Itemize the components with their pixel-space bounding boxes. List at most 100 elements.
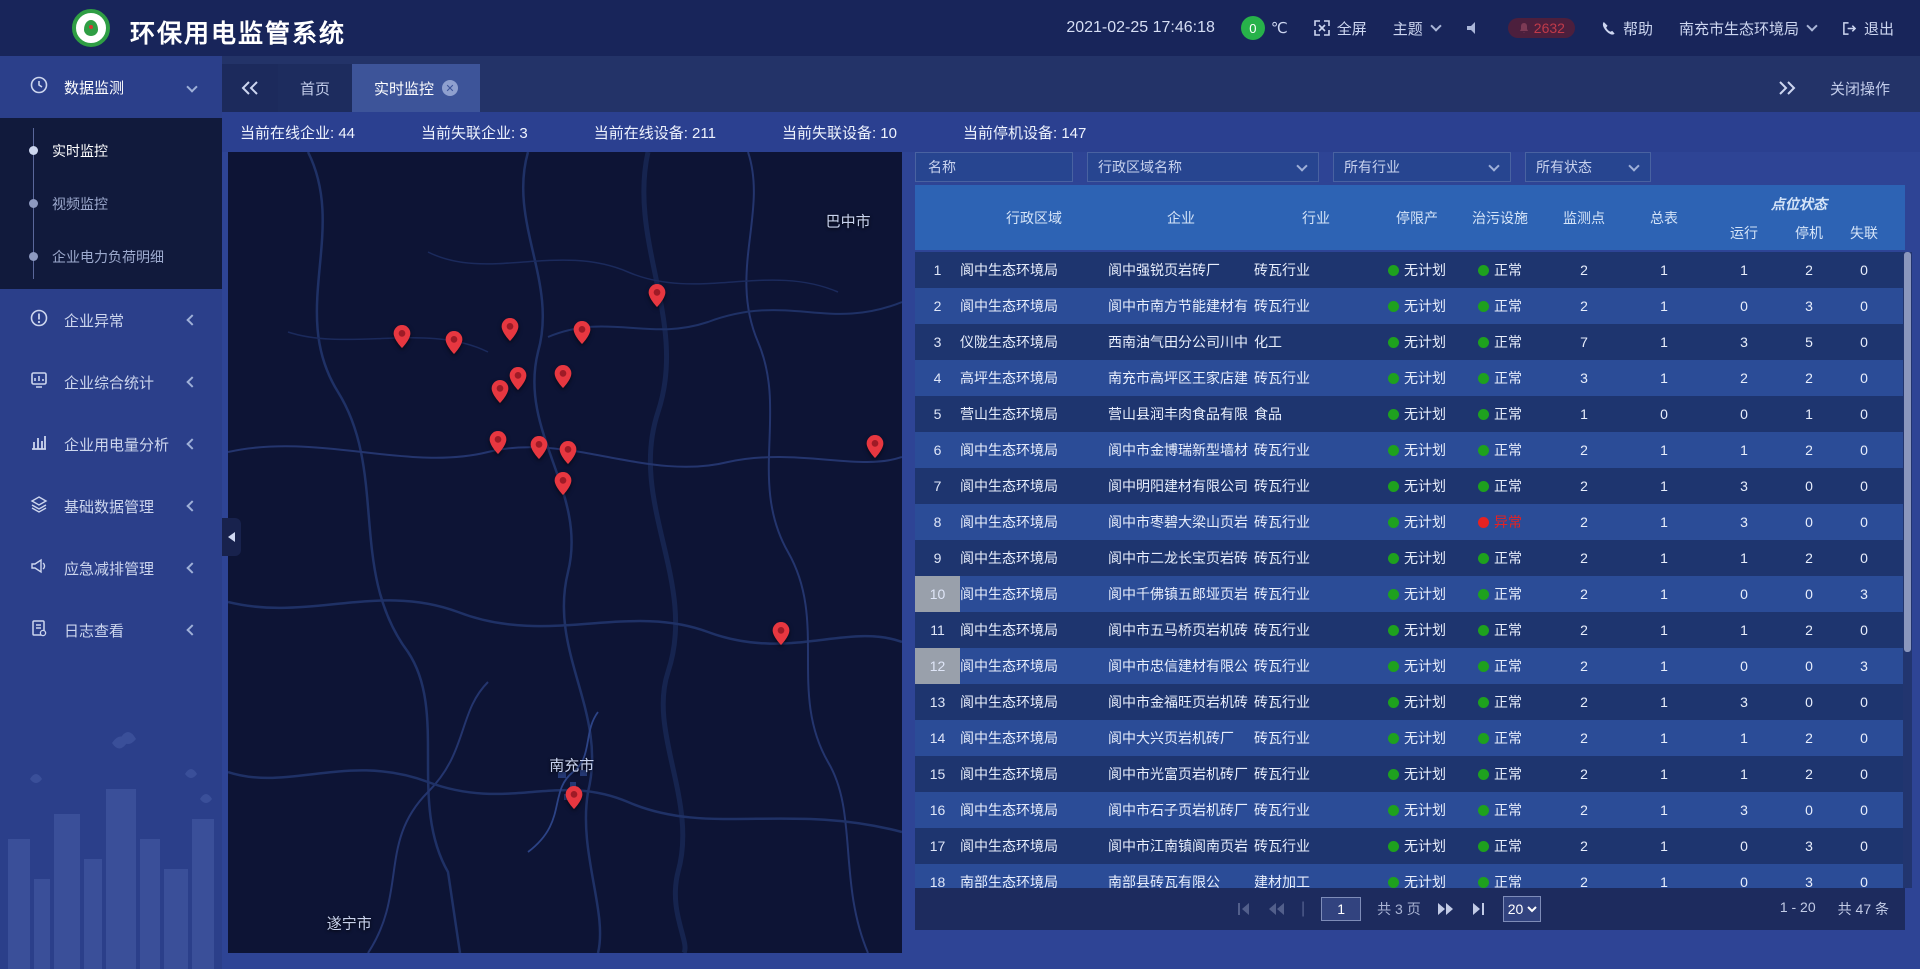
table-row[interactable]: 6阆中生态环境局阆中市金博瑞新型墙材砖瓦行业无计划正常21120 xyxy=(915,432,1905,468)
logout-button[interactable]: 退出 xyxy=(1842,18,1894,39)
table-row[interactable]: 8阆中生态环境局阆中市枣碧大梁山页岩砖瓦行业无计划异常21300 xyxy=(915,504,1905,540)
map-pin-2[interactable] xyxy=(446,331,463,359)
scrollbar-thumb[interactable] xyxy=(1904,252,1911,652)
row-number-cell: 10 xyxy=(915,576,960,612)
sidebar-item-3[interactable]: 企业综合统计 xyxy=(0,351,222,413)
fullscreen-button[interactable]: 全屏 xyxy=(1314,18,1367,39)
table-row[interactable]: 9阆中生态环境局阆中市二龙长宝页岩砖砖瓦行业无计划正常21120 xyxy=(915,540,1905,576)
app-logo-icon xyxy=(72,9,110,47)
status-filter-select[interactable]: 所有状态 xyxy=(1525,152,1651,182)
facility-status-label: 正常 xyxy=(1494,548,1522,568)
page-size-select[interactable]: 20 xyxy=(1503,896,1541,922)
table-row[interactable]: 3仪陇生态环境局西南油气田分公司川中化工无计划正常71350 xyxy=(915,324,1905,360)
table-row[interactable]: 10阆中生态环境局阆中千佛镇五郎垭页岩砖瓦行业无计划正常21003 xyxy=(915,576,1905,612)
monitors-cell: 1 xyxy=(1544,396,1624,432)
table-row[interactable]: 17阆中生态环境局阆中市江南镇阆南页岩砖瓦行业无计划正常21030 xyxy=(915,828,1905,864)
table-row[interactable]: 16阆中生态环境局阆中市石子页岩机砖厂砖瓦行业无计划正常21300 xyxy=(915,792,1905,828)
monitors-cell: 2 xyxy=(1544,576,1624,612)
stat-item-3: 当前在线设备: 211 xyxy=(594,122,716,143)
lost-count-cell: 0 xyxy=(1834,792,1894,828)
industry-filter-select[interactable]: 所有行业 xyxy=(1333,152,1511,182)
row-number-cell: 8 xyxy=(915,504,960,540)
map-pin-14[interactable] xyxy=(773,622,790,650)
sidebar-item-4[interactable]: 企业用电量分析 xyxy=(0,413,222,475)
region-cell: 阆中生态环境局 xyxy=(960,612,1108,648)
map-pin-5[interactable] xyxy=(649,284,666,312)
map-pin-7[interactable] xyxy=(509,367,526,395)
map-pin-12[interactable] xyxy=(554,472,571,500)
production-status-label: 无计划 xyxy=(1404,548,1446,568)
tab-home[interactable]: 首页 xyxy=(278,64,352,112)
map-pin-1[interactable] xyxy=(393,325,410,353)
double-right-arrow-icon[interactable] xyxy=(1778,81,1796,95)
facility-status-label: 正常 xyxy=(1494,440,1522,460)
table-row[interactable]: 13阆中生态环境局阆中市金福旺页岩机砖砖瓦行业无计划正常21300 xyxy=(915,684,1905,720)
first-page-button[interactable] xyxy=(1235,902,1251,916)
last-page-button[interactable] xyxy=(1471,902,1487,916)
org-dropdown[interactable]: 南充市生态环境局 xyxy=(1679,18,1816,39)
table-row[interactable]: 7阆中生态环境局阆中明阳建材有限公司砖瓦行业无计划正常21300 xyxy=(915,468,1905,504)
total-meter-cell: 1 xyxy=(1624,612,1704,648)
sidebar-item-1[interactable]: 数据监测 xyxy=(0,56,222,118)
row-number-cell: 11 xyxy=(915,612,960,648)
table-row[interactable]: 4高坪生态环境局南充市高坪区王家店建砖瓦行业无计划正常31220 xyxy=(915,360,1905,396)
table-row[interactable]: 15阆中生态环境局阆中市光富页岩机砖厂砖瓦行业无计划正常21120 xyxy=(915,756,1905,792)
map-pin-9[interactable] xyxy=(489,431,506,459)
close-operations-button[interactable]: 关闭操作 xyxy=(1830,78,1890,99)
table-row[interactable]: 2阆中生态环境局阆中市南方节能建材有砖瓦行业无计划正常21030 xyxy=(915,288,1905,324)
region-cell: 阆中生态环境局 xyxy=(960,288,1108,324)
facility-status-cell: 正常 xyxy=(1456,576,1544,612)
sidebar-subitem-2[interactable]: 视频监控 xyxy=(0,177,222,230)
table-scrollbar[interactable] xyxy=(1903,252,1912,888)
map-pin-13[interactable] xyxy=(867,435,884,463)
facility-status-cell: 正常 xyxy=(1456,324,1544,360)
table-row[interactable]: 1阆中生态环境局阆中强锐页岩砖厂砖瓦行业无计划正常21120 xyxy=(915,252,1905,288)
table-row[interactable]: 18南部生态环境局南部县砖瓦有限公建材加工无计划正常21030 xyxy=(915,864,1905,888)
next-page-button[interactable] xyxy=(1437,902,1455,916)
name-filter-field[interactable] xyxy=(915,152,1073,182)
production-status-cell: 无计划 xyxy=(1378,756,1456,792)
page-number-input[interactable] xyxy=(1321,897,1361,921)
mute-speaker-icon[interactable] xyxy=(1466,20,1482,36)
map-pin-10[interactable] xyxy=(530,436,547,464)
tab-scroll-left-button[interactable] xyxy=(222,64,278,112)
map-pin-15[interactable] xyxy=(565,786,582,814)
facility-status-cell: 正常 xyxy=(1456,252,1544,288)
name-filter-input[interactable] xyxy=(926,158,1062,176)
total-meter-cell: 1 xyxy=(1624,504,1704,540)
facility-status-label: 正常 xyxy=(1494,404,1522,424)
production-status-label: 无计划 xyxy=(1404,656,1446,676)
sidebar-subitem-1[interactable]: 实时监控 xyxy=(0,124,222,177)
prev-page-button[interactable] xyxy=(1267,902,1285,916)
table-row[interactable]: 12阆中生态环境局阆中市忠信建材有限公砖瓦行业无计划正常21003 xyxy=(915,648,1905,684)
theme-dropdown[interactable]: 主题 xyxy=(1393,18,1440,39)
map-pin-6[interactable] xyxy=(492,380,509,408)
region-filter-select[interactable]: 行政区域名称 xyxy=(1087,152,1319,182)
help-button[interactable]: 帮助 xyxy=(1601,18,1653,39)
region-cell: 阆中生态环境局 xyxy=(960,648,1108,684)
double-left-arrow-icon xyxy=(241,81,259,95)
stop-count-cell: 2 xyxy=(1784,756,1834,792)
map-pin-3[interactable] xyxy=(501,318,518,346)
sidebar-item-5[interactable]: 基础数据管理 xyxy=(0,475,222,537)
tab-realtime-monitoring[interactable]: 实时监控 ✕ xyxy=(352,64,480,112)
table-row[interactable]: 5营山生态环境局营山县润丰肉食品有限食品无计划正常10010 xyxy=(915,396,1905,432)
map-pin-8[interactable] xyxy=(554,365,571,393)
industry-cell: 砖瓦行业 xyxy=(1254,504,1378,540)
sidebar-item-label: 基础数据管理 xyxy=(64,496,172,517)
row-number-cell: 6 xyxy=(915,432,960,468)
alert-count-badge[interactable]: 2632 xyxy=(1508,18,1575,38)
table-row[interactable]: 11阆中生态环境局阆中市五马桥页岩机砖砖瓦行业无计划正常21120 xyxy=(915,612,1905,648)
green-dot-icon xyxy=(1478,265,1489,276)
right-panel: 行政区域名称 所有行业 所有状态 行政区域 企业 行业 停限产 治污设施 监测点… xyxy=(915,152,1910,930)
table-row[interactable]: 14阆中生态环境局阆中大兴页岩机砖厂砖瓦行业无计划正常21120 xyxy=(915,720,1905,756)
tab-close-icon[interactable]: ✕ xyxy=(442,80,458,96)
sidebar-item-6[interactable]: 应急减排管理 xyxy=(0,537,222,599)
map-pin-4[interactable] xyxy=(573,321,590,349)
sidebar-item-2[interactable]: 企业异常 xyxy=(0,289,222,351)
sidebar-collapse-handle[interactable] xyxy=(222,518,241,556)
map-pin-11[interactable] xyxy=(559,441,576,469)
sidebar-subitem-3[interactable]: 企业电力负荷明细 xyxy=(0,230,222,283)
map-panel[interactable]: 巴中市南充市遂宁市 xyxy=(228,152,902,953)
sidebar-item-7[interactable]: 日志查看 xyxy=(0,599,222,661)
